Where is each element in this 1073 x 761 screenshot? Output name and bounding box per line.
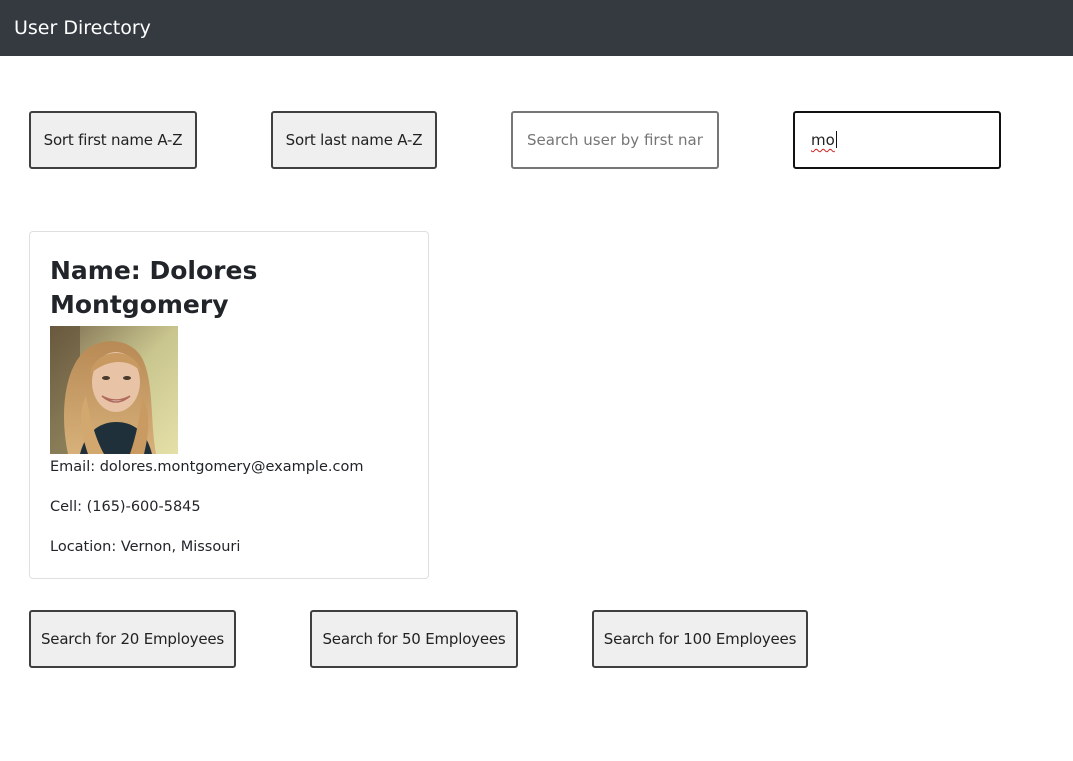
text-caret (835, 131, 837, 148)
user-location: Location: Vernon, Missouri (50, 539, 241, 555)
navbar-brand[interactable]: User Directory (14, 16, 151, 40)
sort-last-name-label: Sort last name A-Z (285, 131, 423, 149)
search-50-employees-button[interactable]: Search for 50 Employees (310, 610, 518, 668)
search-100-label: Search for 100 Employees (603, 630, 797, 648)
search-100-employees-button[interactable]: Search for 100 Employees (592, 610, 808, 668)
sort-first-name-label: Sort first name A-Z (43, 131, 183, 149)
search-first-name-input[interactable] (511, 111, 719, 169)
search-50-label: Search for 50 Employees (322, 630, 506, 648)
sort-last-name-button[interactable]: Sort last name A-Z (271, 111, 437, 169)
navbar: User Directory (0, 0, 1073, 56)
user-email: Email: dolores.montgomery@example.com (50, 459, 364, 475)
search-last-name-input[interactable]: mo (793, 111, 1001, 169)
user-cell: Cell: (165)-600-5845 (50, 499, 201, 515)
search-20-label: Search for 20 Employees (40, 630, 225, 648)
user-photo-icon (50, 326, 178, 454)
user-card: Name: Dolores Montgomery Email: dolores.… (29, 231, 429, 579)
search-20-employees-button[interactable]: Search for 20 Employees (29, 610, 236, 668)
user-name: Name: Dolores Montgomery (50, 256, 258, 319)
sort-first-name-button[interactable]: Sort first name A-Z (29, 111, 197, 169)
search-last-name-value: mo (811, 131, 837, 149)
